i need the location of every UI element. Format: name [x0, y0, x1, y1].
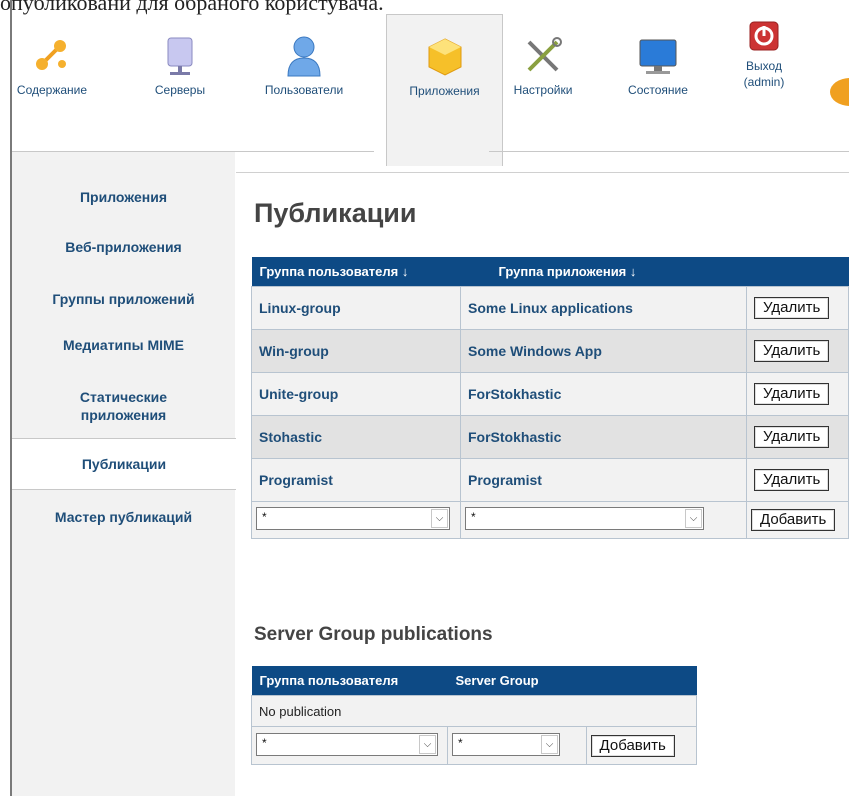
publications-table: Группа пользователя ↓ Группа приложения …	[251, 257, 849, 539]
toolbar-item-label: Настройки	[513, 83, 573, 97]
col-user-group[interactable]: Группа пользователя ↓	[251, 257, 461, 287]
empty-message: No publication	[251, 695, 697, 727]
left-nav: Приложения Веб-приложения Группы приложе…	[12, 152, 236, 796]
select-value: *	[458, 735, 463, 750]
nav-item-applications[interactable]: Приложения	[12, 188, 235, 206]
cell-action: Удалить	[746, 372, 849, 416]
add-row: * ⌵ * ⌵ Добавить	[251, 501, 849, 539]
toolbar-item-sublabel: (admin)	[743, 75, 785, 89]
cell-user-select: * ⌵	[251, 501, 461, 539]
select-value: *	[471, 510, 476, 524]
delete-button[interactable]: Удалить	[754, 469, 830, 491]
content-icon	[36, 40, 66, 70]
nav-item-mime-types[interactable]: Медиатипы MIME	[12, 336, 235, 354]
table-row: Win-group Some Windows App Удалить	[251, 329, 849, 373]
toolbar-item-servers[interactable]: Серверы	[150, 34, 210, 98]
toolbar-item-label: Выход	[746, 59, 782, 73]
main-toolbar: Содержание Серверы Пользователи Приложен…	[12, 14, 849, 166]
cell-app-group: Some Linux applications	[460, 286, 747, 330]
monitor-icon	[639, 39, 677, 74]
server-group-table: Группа пользователя Server Group No publ…	[251, 666, 698, 765]
toolbar-divider	[489, 151, 849, 152]
cell-action: Удалить	[746, 329, 849, 373]
extra-icon[interactable]	[828, 74, 849, 110]
cell-server-select: * ⌵	[447, 726, 587, 765]
toolbar-item-label: Содержание	[16, 83, 88, 97]
nav-item-label2: приложения	[80, 407, 167, 423]
nav-item-web-applications[interactable]: Веб-приложения	[12, 238, 235, 256]
nav-item-application-groups[interactable]: Группы приложений	[12, 290, 235, 308]
toolbar-item-status[interactable]: Состояние	[618, 34, 698, 98]
toolbar-item-label: Состояние	[628, 83, 688, 97]
cell-action: Добавить	[585, 726, 698, 765]
nav-item-label: Статические	[79, 389, 168, 405]
server-icon	[167, 37, 193, 75]
delete-button[interactable]: Удалить	[754, 340, 830, 362]
cell-app-group: Some Windows App	[460, 329, 747, 373]
nav-item-static-applications[interactable]: Статические приложения	[12, 388, 235, 424]
table-header: Группа пользователя Server Group	[251, 666, 697, 696]
chevron-down-icon[interactable]: ⌵	[685, 509, 702, 528]
cell-user-select: * ⌵	[251, 726, 448, 765]
chevron-down-icon[interactable]: ⌵	[541, 734, 558, 754]
cell-user-group: Win-group	[251, 329, 461, 373]
delete-button[interactable]: Удалить	[754, 383, 830, 405]
table-header: Группа пользователя ↓ Группа приложения …	[251, 257, 849, 287]
cell-action: Удалить	[746, 415, 849, 459]
select-value: *	[262, 510, 267, 524]
add-button[interactable]: Добавить	[590, 734, 675, 757]
cell-action: Удалить	[746, 286, 849, 330]
table-row: No publication	[251, 695, 697, 727]
add-button[interactable]: Добавить	[751, 509, 836, 531]
cell-user-group: Programist	[251, 458, 461, 502]
application-icon	[428, 38, 461, 76]
user-group-select[interactable]: * ⌵	[256, 732, 438, 756]
app-group-select[interactable]: * ⌵	[465, 507, 704, 530]
chevron-down-icon[interactable]: ⌵	[431, 509, 448, 528]
table-row: Linux-group Some Linux applications Удал…	[251, 286, 849, 330]
toolbar-item-settings[interactable]: Настройки	[508, 34, 578, 98]
chevron-down-icon[interactable]: ⌵	[419, 734, 436, 754]
user-icon	[287, 36, 321, 77]
delete-button[interactable]: Удалить	[754, 297, 830, 319]
toolbar-item-content[interactable]: Содержание	[12, 34, 92, 98]
add-row: * ⌵ * ⌵ Добавить	[251, 726, 698, 765]
page-title: Публикации	[254, 198, 417, 228]
section-title: Server Group publications	[254, 624, 493, 645]
nav-item-publications[interactable]: Публикации	[12, 438, 236, 490]
user-group-select[interactable]: * ⌵	[256, 507, 450, 530]
toolbar-item-logout[interactable]: Выход (admin)	[734, 21, 794, 90]
table-row: Programist Programist Удалить	[251, 458, 849, 502]
col-app-group[interactable]: Группа приложения ↓	[460, 257, 747, 287]
table-row: Stohastic ForStokhastic Удалить	[251, 415, 849, 459]
cell-app-group: ForStokhastic	[460, 372, 747, 416]
table-row: Unite-group ForStokhastic Удалить	[251, 372, 849, 416]
cell-user-group: Stohastic	[251, 415, 461, 459]
col-server-group: Server Group	[447, 666, 697, 696]
nav-item-publication-wizard[interactable]: Мастер публикаций	[12, 508, 235, 526]
select-value: *	[262, 735, 267, 750]
cell-user-group: Unite-group	[251, 372, 461, 416]
col-user-group: Группа пользователя	[251, 666, 448, 696]
cell-app-group: Programist	[460, 458, 747, 502]
delete-button[interactable]: Удалить	[754, 426, 830, 448]
toolbar-item-label: Серверы	[154, 83, 206, 97]
col-actions	[746, 257, 849, 287]
cell-app-group: ForStokhastic	[460, 415, 747, 459]
tools-icon	[527, 37, 562, 72]
cell-action: Удалить	[746, 458, 849, 502]
cell-action: Добавить	[746, 501, 849, 539]
cell-user-group: Linux-group	[251, 286, 461, 330]
cell-app-select: * ⌵	[460, 501, 747, 539]
server-group-select[interactable]: * ⌵	[452, 732, 560, 756]
toolbar-item-label: Пользователи	[264, 83, 344, 97]
power-icon	[749, 21, 779, 51]
toolbar-item-applications[interactable]: Приложения	[386, 14, 503, 166]
toolbar-item-users[interactable]: Пользователи	[254, 34, 354, 98]
toolbar-item-label: Приложения	[409, 84, 480, 98]
